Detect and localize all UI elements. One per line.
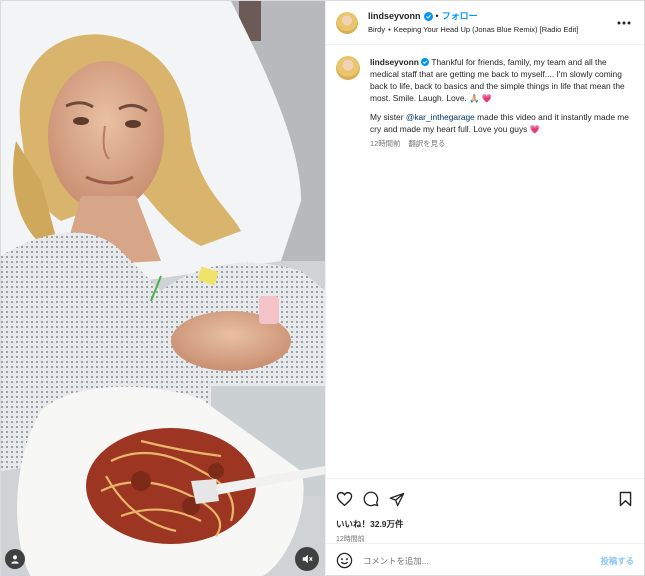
mute-button[interactable]: [294, 547, 319, 571]
translate-link[interactable]: 翻訳を見る: [408, 138, 445, 150]
share-button[interactable]: [388, 490, 406, 508]
header-text: lindseyvonn • フォロー Birdy • Keeping Your …: [368, 11, 614, 34]
caption: lindseyvonn Thankful for friends, family…: [326, 45, 644, 150]
like-count[interactable]: いいね！32.9万件: [336, 518, 634, 530]
like-button[interactable]: [336, 490, 354, 508]
dot-separator: •: [388, 25, 391, 34]
caption-paragraph-2: My sister @kar_inthegarage made this vid…: [370, 111, 634, 135]
heart-icon: [337, 491, 353, 507]
caption-meta: 12時間前 翻訳を見る: [370, 138, 634, 150]
share-icon: [389, 492, 405, 506]
mention-link[interactable]: @kar_inthegarage: [406, 112, 475, 122]
verified-badge-icon: [423, 12, 433, 21]
action-section: いいね！32.9万件 12時間前: [325, 478, 644, 544]
avatar[interactable]: [335, 11, 358, 34]
caption-avatar[interactable]: [335, 56, 360, 80]
save-button[interactable]: [616, 490, 634, 508]
person-icon: [11, 555, 19, 564]
caption-body: lindseyvonn Thankful for friends, family…: [370, 56, 634, 150]
verified-badge-icon: [421, 58, 430, 66]
more-options-button[interactable]: [614, 13, 634, 33]
comment-button[interactable]: [362, 490, 380, 508]
tagged-users-button[interactable]: [5, 549, 25, 569]
dot-separator: •: [435, 11, 439, 21]
more-horizontal-icon: [617, 21, 631, 24]
audio-track[interactable]: Keeping Your Head Up (Jonas Blue Remix) …: [394, 25, 579, 34]
username-link[interactable]: lindseyvonn: [368, 11, 421, 22]
emoji-icon[interactable]: [336, 552, 353, 569]
audio-artist[interactable]: Birdy: [368, 25, 385, 34]
post-sidebar: lindseyvonn • フォロー Birdy • Keeping Your …: [324, 1, 644, 576]
post-video[interactable]: [1, 1, 325, 576]
caption-text-2a: My sister: [369, 112, 406, 122]
bookmark-icon: [619, 491, 631, 507]
caption-paragraph-1: lindseyvonn Thankful for friends, family…: [370, 56, 634, 104]
comment-bar: 投稿する: [325, 543, 644, 576]
caption-username[interactable]: lindseyvonn: [370, 57, 419, 67]
comment-input[interactable]: [362, 555, 601, 566]
instagram-post: lindseyvonn • フォロー Birdy • Keeping Your …: [0, 0, 645, 576]
caption-time: 12時間前: [369, 139, 401, 148]
audio-row[interactable]: Birdy • Keeping Your Head Up (Jonas Blue…: [368, 25, 614, 34]
user-row: lindseyvonn • フォロー: [368, 11, 614, 22]
comment-icon: [363, 491, 379, 507]
follow-button[interactable]: フォロー: [442, 11, 478, 22]
post-header: lindseyvonn • フォロー Birdy • Keeping Your …: [325, 1, 644, 45]
video-frame: [1, 1, 325, 576]
action-bar: [336, 489, 634, 509]
speaker-muted-icon: [302, 554, 313, 564]
post-comment-button[interactable]: 投稿する: [601, 555, 635, 567]
